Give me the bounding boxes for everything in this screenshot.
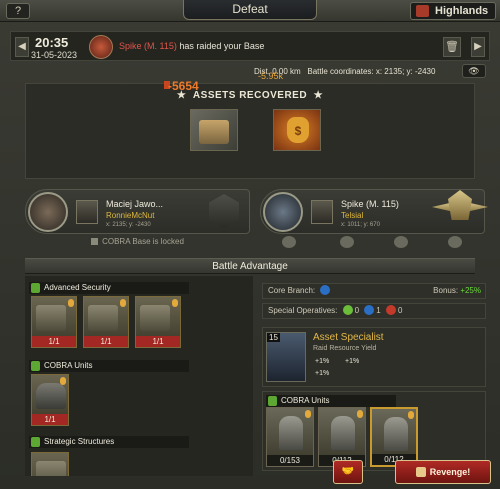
defender-name: Maciej Jawo... (106, 199, 164, 209)
operative-blue-icon (364, 305, 375, 315)
reinforce-icon[interactable] (394, 236, 408, 248)
specialist-card[interactable]: 15 Asset Specialist Raid Resource Yield … (262, 327, 486, 387)
attacker-avatar (89, 35, 113, 59)
anchor-icon (320, 285, 331, 295)
attacker-card[interactable]: Spike (M. 115) Telsial x: 1011; y: 670 (260, 186, 488, 234)
bonus-value: +1% (345, 358, 360, 365)
shield-icon (268, 396, 277, 406)
page-title: Defeat (183, 0, 317, 20)
unit-card[interactable]: 0/153 (266, 407, 314, 467)
advantage-list: Advanced Security 1/1 1/1 1/1 COBRA Unit… (25, 276, 253, 476)
attacker-portrait (263, 192, 303, 232)
top-bar: ? Defeat Highlands (0, 0, 500, 22)
supply-crate-icon (190, 109, 238, 151)
cobra-units-header: COBRA Units (266, 395, 396, 407)
target-icon[interactable] (282, 236, 296, 248)
specialist-level: 15 (267, 333, 280, 342)
defender-card[interactable]: Maciej Jawo... RonnieMcNut x: 2135; y: -… (25, 189, 250, 234)
specialist-subtitle: Raid Resource Yield (313, 345, 377, 352)
defense-card[interactable]: 1/1 (83, 296, 129, 348)
attacker-actions (260, 234, 485, 250)
attacker-alias: Telsial (341, 211, 364, 220)
report-time: 20:35 (35, 35, 69, 50)
attacker-coords: x: 1011; y: 670 (341, 222, 380, 228)
battle-advantage-header: Battle Advantage (25, 258, 475, 274)
trash-icon: 🗑 (445, 41, 459, 53)
shield-icon[interactable] (448, 236, 462, 248)
attacker-name: Spike (M. 115) (341, 199, 399, 209)
special-operatives-row: Special Operatives: 0 1 0 (262, 303, 486, 319)
money-bag-icon: $ (273, 109, 321, 151)
rank-badge-icon (209, 194, 239, 228)
next-report-button[interactable]: ▶ (471, 37, 485, 57)
defense-card[interactable]: 1/1 (135, 296, 181, 348)
battle-report-screen: ? Defeat Highlands ◀ 20:35 31-05-2023 Sp… (0, 0, 500, 489)
operative-red-icon (385, 305, 396, 315)
winged-rank-emblem-icon (432, 186, 488, 230)
square-icon (31, 437, 40, 447)
bottom-actions: 🤝 Revenge! (333, 456, 493, 486)
core-branch-row: Core Branch: Bonus: +25% (262, 283, 486, 299)
attacker-unit-icon (311, 200, 333, 224)
strategic-structures-header: Strategic Structures (29, 436, 189, 448)
bonus-value: +1% (315, 358, 330, 365)
raider-name[interactable]: Spike (M. 115) (119, 41, 177, 51)
bonus-value: +1% (315, 370, 330, 377)
view-battle-button[interactable]: 👁 (462, 64, 486, 78)
raid-message: Spike (M. 115) has raided your Base (119, 41, 264, 51)
money-value: -5.95k (258, 71, 284, 81)
advantage-details: Core Branch: Bonus: +25% Special Operati… (262, 283, 486, 483)
shield-icon (31, 283, 40, 293)
coords-value: x: 2135; y: -2430 (375, 67, 436, 76)
bonus: Bonus: +25% (433, 286, 481, 295)
delete-report-button[interactable]: 🗑 (443, 37, 461, 57)
message-header: ◀ 20:35 31-05-2023 Spike (M. 115) has ra… (10, 31, 490, 61)
revenge-button[interactable]: Revenge! (395, 460, 491, 484)
defender-unit-icon (76, 200, 98, 224)
shield-icon (31, 361, 40, 371)
report-date: 31-05-2023 (31, 50, 78, 60)
operative-green-icon (342, 305, 353, 315)
salute-icon[interactable] (340, 236, 354, 248)
structure-card[interactable] (31, 452, 69, 476)
defense-card[interactable]: 1/1 (31, 296, 77, 348)
eye-icon: 👁 (468, 66, 480, 76)
help-button[interactable]: ? (6, 3, 30, 19)
defender-coords: x: 2135; y: -2430 (106, 222, 151, 228)
advanced-security-header: Advanced Security (29, 282, 189, 294)
assets-recovered-panel: ★ ASSETS RECOVERED ★ $ (25, 83, 475, 179)
defender-alias: RonnieMcNut (106, 211, 155, 220)
specialist-title: Asset Specialist (313, 332, 384, 343)
coords-label: Battle coordinates: (307, 67, 374, 76)
base-locked-notice: COBRA Base is locked (25, 235, 250, 249)
location-label: Highlands (435, 5, 489, 17)
location-button[interactable]: Highlands (410, 2, 496, 20)
raid-text: has raided your Base (176, 41, 265, 51)
prev-report-button[interactable]: ◀ (15, 37, 29, 57)
unit-card[interactable]: 1/1 (31, 374, 69, 426)
region-icon (416, 5, 429, 17)
lock-icon (91, 238, 99, 245)
defender-portrait (28, 192, 68, 232)
supplies-value: -5654 (168, 79, 199, 93)
assets-title: ★ ASSETS RECOVERED ★ (176, 90, 324, 101)
handshake-icon: 🤝 (341, 466, 355, 477)
cobra-units-header: COBRA Units (29, 360, 189, 372)
handshake-button[interactable]: 🤝 (333, 460, 363, 484)
revenge-icon (415, 467, 426, 477)
